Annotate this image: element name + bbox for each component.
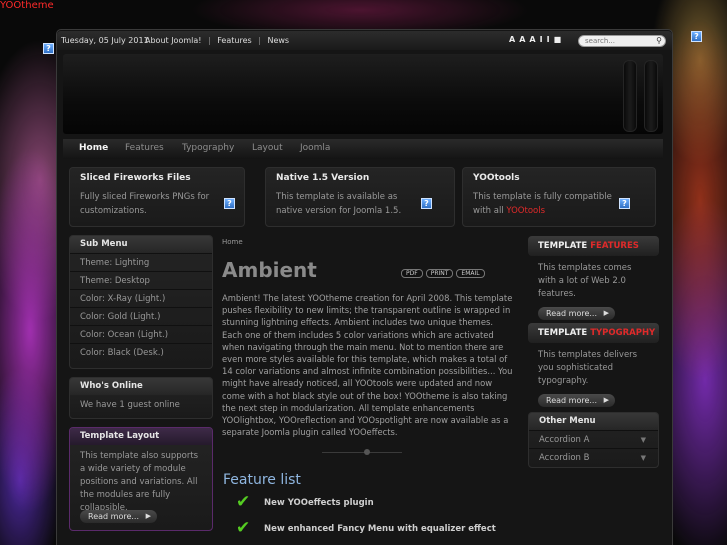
feature-list-title: Feature list [223,472,301,488]
top-nav-news[interactable]: News [267,36,289,45]
other-menu-title: Other Menu [529,413,658,430]
arrow-right-icon: ▶ [145,512,151,520]
article-icons: PDF PRINT EMAIL [398,268,485,278]
top-nav: About Joomla! | Features | News [145,36,293,45]
divider-dot [364,449,370,455]
feature-text: New enhanced Fancy Menu with equalizer e… [264,524,496,534]
style-switcher: A A A I I ■ [509,35,565,45]
module-title: Sliced Fireworks Files [80,173,191,183]
header-banner [63,54,663,134]
breadcrumb[interactable]: Home [222,238,520,246]
read-more-button[interactable]: Read more... ▶ [538,394,615,407]
print-icon[interactable]: PRINT [425,269,454,278]
font-small-button[interactable]: A [509,35,515,44]
chevron-down-icon: ▼ [640,436,646,444]
article-body: Ambient! The latest YOOtheme creation fo… [222,293,513,438]
arrow-right-icon: ▶ [603,309,609,317]
font-medium-button[interactable]: A [519,35,525,44]
sub-menu-item[interactable]: Theme: Desktop [70,271,212,289]
help-icon[interactable]: ? [691,31,702,42]
header-decoration [644,60,658,132]
template-layout-title: Template Layout [70,428,212,445]
menu-item-layout[interactable]: Layout [252,143,283,153]
feature-text: New YOOeffects plugin [264,498,374,508]
sub-menu-item[interactable]: Theme: Lighting [70,253,212,271]
template-features-box: TEMPLATE FEATURES This templates comes w… [528,236,659,320]
top-bar: Tuesday, 05 July 2011 About Joomla! | Fe… [57,31,672,50]
module-text: This template is fully compatible with a… [473,192,612,216]
template-typography-title: TEMPLATE TYPOGRAPHY [528,323,659,343]
header-decoration [623,60,637,132]
template-layout: Template Layout This template also suppo… [69,427,213,531]
yootools-link[interactable]: YOOtools [506,206,545,216]
module-title: Native 1.5 Version [276,173,370,183]
menu-item-joomla[interactable]: Joomla [300,143,330,153]
template-typography-box: TEMPLATE TYPOGRAPHY This templates deliv… [528,323,659,407]
read-more-button[interactable]: Read more... ▶ [80,510,157,523]
template-features-title: TEMPLATE FEATURES [528,236,659,256]
menu-item-home[interactable]: Home [79,143,108,153]
whos-online-text: We have 1 guest online [80,400,180,410]
other-menu: Other Menu Accordion A ▼ Accordion B ▼ [528,412,659,468]
email-icon[interactable]: EMAIL [456,269,485,278]
sub-menu-item[interactable]: Color: Black (Desk.) [70,343,212,361]
help-icon[interactable]: ? [224,198,235,209]
content-divider [322,452,402,453]
checkmark-icon: ✔ [236,518,251,538]
module-text: Fully sliced Fireworks PNGs for customiz… [80,192,210,216]
nav-separator: | [208,36,211,45]
accordion-item[interactable]: Accordion B ▼ [529,448,658,466]
help-icon[interactable]: ? [43,43,54,54]
sub-menu-item[interactable]: Color: Gold (Light.) [70,307,212,325]
template-typography-text: This templates delivers you sophisticate… [538,350,638,386]
width-narrow-button[interactable]: I [540,35,543,44]
whos-online-title: Who's Online [70,378,212,395]
site-name[interactable]: YOOtheme [0,0,54,11]
sub-menu: Sub Menu Theme: Lighting Theme: Desktop … [69,235,213,369]
arrow-right-icon: ▶ [603,396,609,404]
main-content: Home Ambient PDF PRINT EMAIL Ambient! The … [222,238,520,538]
search-input[interactable] [585,36,655,46]
sub-menu-item[interactable]: Color: X-Ray (Light.) [70,289,212,307]
module-title: YOOtools [473,173,520,183]
nav-separator: | [258,36,261,45]
checkmark-icon: ✔ [236,492,251,512]
template-features-text: This templates comes with a lot of Web 2… [538,263,632,299]
module-sliced-fireworks: Sliced Fireworks Files Fully sliced Fire… [69,167,245,227]
search-icon[interactable]: ⚲ [656,36,662,45]
sub-menu-item[interactable]: Color: Ocean (Light.) [70,325,212,343]
sub-menu-title: Sub Menu [70,236,212,253]
help-icon[interactable]: ? [421,198,432,209]
current-date: Tuesday, 05 July 2011 [61,36,149,45]
template-layout-text: This template also supports a wide varie… [80,451,199,513]
main-menu: Home Features Typography Layout Joomla [63,139,663,159]
article-title: Ambient [222,258,317,282]
top-nav-about[interactable]: About Joomla! [145,36,201,45]
top-nav-features[interactable]: Features [217,36,251,45]
module-text: This template is available as native ver… [276,192,402,216]
menu-item-features[interactable]: Features [125,143,164,153]
width-fluid-button[interactable]: ■ [554,35,562,44]
module-yootools: YOOtools This template is fully compatib… [462,167,656,227]
help-icon[interactable]: ? [619,198,630,209]
whos-online: Who's Online We have 1 guest online [69,377,213,419]
chevron-down-icon: ▼ [640,454,646,462]
width-wide-button[interactable]: I [547,35,550,44]
font-large-button[interactable]: A [529,35,535,44]
accordion-item[interactable]: Accordion A ▼ [529,430,658,448]
menu-item-typography[interactable]: Typography [182,143,234,153]
read-more-button[interactable]: Read more... ▶ [538,307,615,320]
search-box: ⚲ [578,35,666,47]
module-native-version: Native 1.5 Version This template is avai… [265,167,455,227]
pdf-icon[interactable]: PDF [401,269,423,278]
